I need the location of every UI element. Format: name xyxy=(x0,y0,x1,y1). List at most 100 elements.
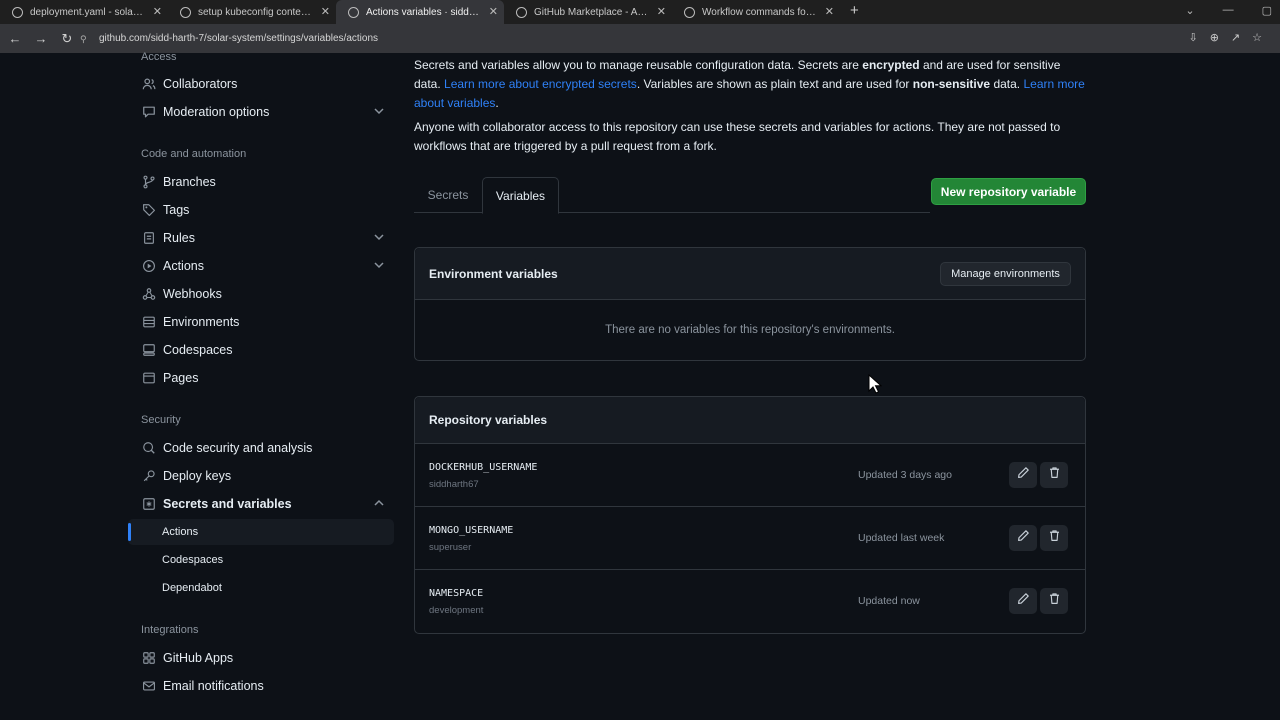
browser-tab[interactable]: Workflow commands for GitHub✕ xyxy=(672,0,840,24)
sidebar-item-pages[interactable]: Pages xyxy=(128,364,394,392)
variable-value: development xyxy=(429,605,484,616)
delete-variable-button[interactable] xyxy=(1040,462,1068,488)
sidebar-item-collaborators[interactable]: Collaborators xyxy=(128,70,394,98)
delete-variable-button[interactable] xyxy=(1040,588,1068,614)
comment-icon xyxy=(142,105,156,119)
mail-icon xyxy=(142,679,156,693)
github-icon xyxy=(348,6,359,18)
close-icon[interactable]: ✕ xyxy=(489,5,498,18)
address-bar: ← → ↻ ⚲ github.com/sidd-harth-7/solar-sy… xyxy=(0,24,1280,53)
variable-value: superuser xyxy=(429,542,472,553)
environment-variables-box: Environment variables Manage environment… xyxy=(414,247,1086,361)
variable-name: NAMESPACE xyxy=(429,588,484,599)
edit-variable-button[interactable] xyxy=(1009,525,1037,551)
sidebar-item-moderation[interactable]: Moderation options xyxy=(128,98,394,126)
edit-variable-button[interactable] xyxy=(1009,588,1037,614)
sidebar-subitem-actions[interactable]: Actions xyxy=(128,519,394,545)
trash-icon xyxy=(1048,592,1061,610)
pencil-icon xyxy=(1017,592,1030,610)
tag-icon xyxy=(142,203,156,217)
variable-row: NAMESPACE development Updated now xyxy=(415,570,1085,633)
edit-variable-button[interactable] xyxy=(1009,462,1037,488)
environment-variables-empty-state: There are no variables for this reposito… xyxy=(605,324,895,336)
zoom-icon[interactable]: ⊕ xyxy=(1210,31,1219,44)
bookmark-star-icon[interactable]: ☆ xyxy=(1252,31,1262,44)
tab-search-icon[interactable]: ⌄ xyxy=(1185,4,1194,17)
key-icon xyxy=(142,469,156,483)
repo-push-icon xyxy=(142,231,156,245)
chevron-up-icon xyxy=(374,499,384,509)
repository-variables-box: Repository variables DOCKERHUB_USERNAME … xyxy=(414,396,1086,634)
sidebar-subitem-codespaces[interactable]: Codespaces xyxy=(128,547,394,573)
browser-tab-strip: deployment.yaml - solar-system✕ setup ku… xyxy=(0,0,1280,24)
mouse-cursor-icon xyxy=(868,373,883,399)
sidebar-subitem-dependabot[interactable]: Dependabot xyxy=(128,575,394,601)
close-icon[interactable]: ✕ xyxy=(657,5,666,18)
browser-tab[interactable]: GitHub Marketplace - Actions to✕ xyxy=(504,0,672,24)
sidebar-item-codespaces[interactable]: Codespaces xyxy=(128,336,394,364)
window-controls: ⌄ — ▢ xyxy=(1185,4,1272,17)
browser-tab-active[interactable]: Actions variables · sidd-harth-7/✕ xyxy=(336,0,504,24)
variable-updated: Updated 3 days ago xyxy=(858,469,952,481)
close-icon[interactable]: ✕ xyxy=(153,5,162,18)
new-repository-variable-button[interactable]: New repository variable xyxy=(931,178,1086,205)
close-icon[interactable]: ✕ xyxy=(321,5,330,18)
chevron-down-icon xyxy=(374,261,384,271)
sidebar-item-email-notifications[interactable]: Email notifications xyxy=(128,672,394,700)
variable-name: DOCKERHUB_USERNAME xyxy=(429,462,538,473)
reload-icon[interactable]: ↻ xyxy=(56,31,78,47)
sidebar-section-access: Access xyxy=(141,51,177,63)
site-info-icon[interactable]: ⚲ xyxy=(80,34,90,44)
environment-variables-title: Environment variables xyxy=(429,266,558,281)
url-field[interactable]: ⚲ github.com/sidd-harth-7/solar-system/s… xyxy=(80,28,1180,49)
sidebar-item-rules[interactable]: Rules xyxy=(128,224,394,252)
tab-variables[interactable]: Variables xyxy=(482,177,559,214)
sidebar-item-environments[interactable]: Environments xyxy=(128,308,394,336)
minimize-icon[interactable]: — xyxy=(1223,4,1234,17)
intro-paragraph: Secrets and variables allow you to manag… xyxy=(414,58,1085,110)
close-icon[interactable]: ✕ xyxy=(825,5,834,18)
delete-variable-button[interactable] xyxy=(1040,525,1068,551)
environment-variables-header: Environment variables Manage environment… xyxy=(415,248,1085,300)
github-icon xyxy=(12,6,23,18)
sidebar-item-branches[interactable]: Branches xyxy=(128,168,394,196)
codespaces-icon xyxy=(142,343,156,357)
trash-icon xyxy=(1048,466,1061,484)
sidebar-item-code-security[interactable]: Code security and analysis xyxy=(128,434,394,462)
browser-tab[interactable]: setup kubeconfig context · sidd✕ xyxy=(168,0,336,24)
browser-tab[interactable]: deployment.yaml - solar-system✕ xyxy=(0,0,168,24)
manage-environments-button[interactable]: Manage environments xyxy=(940,262,1071,286)
repository-variables-title: Repository variables xyxy=(429,413,548,427)
collaborator-notice: Anyone with collaborator access to this … xyxy=(414,120,1061,153)
install-icon[interactable]: ⇩ xyxy=(1188,31,1197,44)
sidebar-item-actions[interactable]: Actions xyxy=(128,252,394,280)
learn-more-secrets-link[interactable]: Learn more about encrypted secrets xyxy=(444,77,637,91)
sidebar-item-github-apps[interactable]: GitHub Apps xyxy=(128,644,394,672)
webhook-icon xyxy=(142,287,156,301)
variable-updated: Updated now xyxy=(858,595,920,607)
people-icon xyxy=(142,77,156,91)
github-icon xyxy=(516,6,527,18)
chevron-down-icon xyxy=(374,233,384,243)
variable-updated: Updated last week xyxy=(858,532,945,544)
sidebar-section-code: Code and automation xyxy=(141,148,247,160)
sidebar-section-integrations: Integrations xyxy=(141,624,199,636)
github-icon xyxy=(180,6,191,18)
variable-row: MONGO_USERNAME superuser Updated last we… xyxy=(415,507,1085,570)
sidebar-item-webhooks[interactable]: Webhooks xyxy=(128,280,394,308)
tab-secrets[interactable]: Secrets xyxy=(414,177,482,213)
share-icon[interactable]: ↗ xyxy=(1231,31,1240,44)
variable-value: siddharth67 xyxy=(429,479,479,490)
back-icon[interactable]: ← xyxy=(4,31,26,46)
forward-icon[interactable]: → xyxy=(30,31,52,46)
browser-icon xyxy=(142,371,156,385)
variable-row: DOCKERHUB_USERNAME siddharth67 Updated 3… xyxy=(415,444,1085,507)
asterisk-box-icon xyxy=(142,497,156,511)
sidebar-item-tags[interactable]: Tags xyxy=(128,196,394,224)
maximize-icon[interactable]: ▢ xyxy=(1262,4,1272,17)
server-icon xyxy=(142,315,156,329)
sidebar-item-deploy-keys[interactable]: Deploy keys xyxy=(128,462,394,490)
new-tab-icon[interactable]: + xyxy=(840,0,869,24)
pencil-icon xyxy=(1017,466,1030,484)
sidebar-item-secrets-and-variables[interactable]: Secrets and variables xyxy=(128,490,394,518)
